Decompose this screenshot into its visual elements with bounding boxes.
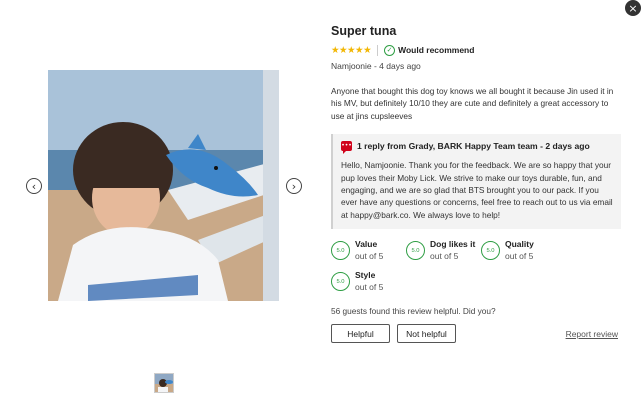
review-panel: Super tuna ★★★★★ ✓ Would recommend Namjo… (331, 24, 621, 344)
divider (377, 44, 379, 56)
score-badge: 5.0 (331, 272, 350, 292)
helpful-question: 56 guests found this review helpful. Did… (331, 306, 496, 317)
reply-header: ••• 1 reply from Grady, BARK Happy Team … (341, 141, 613, 155)
attribute-value: 5.0 Value out of 5 (331, 239, 406, 262)
review-photo-image (48, 70, 279, 301)
brand-reply: ••• 1 reply from Grady, BARK Happy Team … (331, 134, 621, 230)
attribute-scale: out of 5 (355, 251, 384, 262)
review-gallery: ‹ › (0, 0, 320, 404)
review-author: Namjoonie - 4 days ago (331, 61, 421, 71)
attribute-label: Style (355, 270, 376, 281)
review-title: Super tuna (331, 24, 397, 38)
attribute-scale: out of 5 (430, 251, 459, 262)
review-photo (48, 70, 279, 301)
score-badge: 5.0 (406, 241, 425, 261)
next-photo-button[interactable]: › (286, 178, 302, 194)
check-circle-icon: ✓ (384, 44, 396, 56)
not-helpful-button[interactable]: Not helpful (397, 324, 456, 344)
review-body: Anyone that bought this dog toy knows we… (331, 86, 614, 121)
attribute-label: Dog likes it (430, 239, 476, 250)
attribute-label: Quality (505, 239, 534, 250)
attribute-scale: out of 5 (505, 251, 534, 262)
helpful-actions: Helpful Not helpful Report review (331, 324, 621, 344)
attribute-scale: out of 5 (355, 282, 384, 293)
score-badge: 5.0 (481, 241, 500, 261)
review-photo-thumbnail[interactable] (154, 373, 174, 393)
helpful-button[interactable]: Helpful (331, 324, 390, 344)
reply-title: 1 reply from Grady, BARK Happy Team team… (357, 141, 590, 152)
attribute-dog-likes-it: 5.0 Dog likes it out of 5 (406, 239, 481, 262)
star-rating: ★★★★★ (331, 44, 372, 56)
attribute-quality: 5.0 Quality out of 5 (481, 239, 556, 262)
score-badge: 5.0 (331, 241, 350, 261)
report-review-link[interactable]: Report review (566, 329, 618, 339)
close-icon[interactable]: × (625, 0, 641, 16)
rating-row: ★★★★★ ✓ Would recommend (331, 43, 621, 57)
recommend-label: Would recommend (398, 45, 475, 55)
attribute-style: 5.0 Style out of 5 (331, 270, 406, 293)
attribute-label: Value (355, 239, 378, 250)
chat-bubble-icon: ••• (341, 141, 352, 155)
thumbnail-image (155, 374, 173, 392)
attribute-ratings: 5.0 Value out of 5 5.0 Dog likes it out … (331, 239, 571, 301)
previous-photo-button[interactable]: ‹ (26, 178, 42, 194)
reply-text: Hello, Namjoonie. Thank you for the feed… (341, 160, 613, 220)
